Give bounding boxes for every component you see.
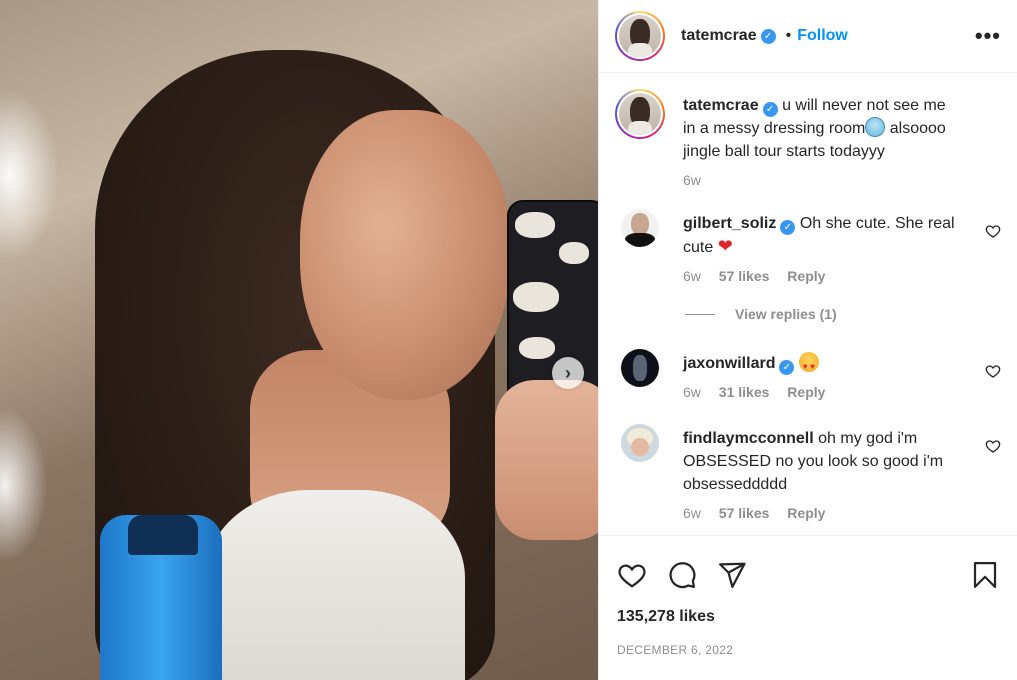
comment-time[interactable]: 6w (683, 268, 701, 284)
comment-row: jaxonwillard ✓ 6w 31 likes Reply (615, 349, 1001, 400)
verified-badge-icon: ✓ (762, 102, 778, 117)
caption-avatar[interactable] (619, 93, 661, 135)
author-story-ring[interactable] (615, 11, 665, 61)
commenter-username[interactable]: findlaymcconnell (683, 430, 814, 447)
comment-icon[interactable] (667, 560, 697, 590)
post-date[interactable]: DECEMBER 6, 2022 (617, 643, 1000, 657)
heart-icon[interactable] (617, 560, 647, 590)
reply-button[interactable]: Reply (787, 384, 825, 400)
caption-story-ring[interactable] (615, 89, 665, 139)
follow-button[interactable]: Follow (797, 27, 848, 45)
header-separator: • (785, 27, 792, 44)
view-replies-label: View replies (1) (735, 306, 837, 322)
bookmark-icon[interactable] (970, 560, 1000, 590)
comment-text-line2: OBSESSED no you look so good i'm (683, 453, 944, 470)
commenter-username[interactable]: jaxonwillard (683, 355, 775, 372)
verified-badge-icon: ✓ (779, 360, 795, 375)
caption-text-line1: u will never not see me (782, 97, 946, 114)
photo-shirt (205, 490, 465, 680)
comment-row: gilbert_soliz ✓ Oh she cute. She real cut… (615, 209, 1001, 284)
caption-time[interactable]: 6w (683, 172, 701, 188)
chevron-right-icon: › (565, 362, 571, 383)
comment-row: findlaymcconnell oh my god i'm OBSESSED … (615, 424, 1001, 521)
comment-time[interactable]: 6w (683, 505, 701, 521)
comment-likes[interactable]: 57 likes (719, 268, 770, 284)
comment-like-heart-icon[interactable] (985, 363, 1001, 379)
post-likes-count[interactable]: 135,278 likes (617, 608, 1000, 626)
caption-text-line2b: alsoooo (885, 120, 946, 137)
comment-text: Oh she cute. She real (799, 215, 955, 232)
caption-row: tatemcrae ✓ u will never not see me in a … (615, 89, 1001, 188)
caption-text-line2: in a messy dressing room (683, 120, 866, 137)
comment-text: oh my god i'm (818, 430, 918, 447)
caption-username[interactable]: tatemcrae (683, 97, 759, 114)
next-slide-button[interactable]: › (552, 357, 584, 389)
reply-button[interactable]: Reply (787, 268, 825, 284)
post-header: tatemcrae ✓ • Follow ••• (599, 0, 1017, 73)
comment-like-heart-icon[interactable] (985, 438, 1001, 454)
post-photo[interactable]: › (0, 0, 598, 680)
heart-eyes-emoji-icon (798, 352, 819, 378)
cold-face-emoji-icon (865, 117, 886, 137)
comment-text-line2: cute (683, 239, 714, 256)
photo-bottle-cap (128, 515, 198, 555)
verified-badge-icon: ✓ (780, 220, 796, 235)
post-actions: 135,278 likes DECEMBER 6, 2022 (599, 535, 1017, 657)
post-side-panel: tatemcrae ✓ • Follow ••• tatemcrae ✓ u wi… (598, 0, 1017, 680)
author-avatar[interactable] (619, 15, 661, 57)
photo-hand (495, 380, 598, 540)
comment-like-heart-icon[interactable] (985, 223, 1001, 239)
view-replies-button[interactable]: View replies (1) (685, 306, 1001, 322)
commenter-avatar[interactable] (621, 209, 659, 247)
comment-text-line3: obsesseddddd (683, 476, 788, 493)
more-options-icon[interactable]: ••• (975, 25, 1001, 47)
photo-face (300, 110, 510, 400)
caption-text-line3: jingle ball tour starts todayyy (683, 143, 885, 160)
verified-badge-icon: ✓ (760, 28, 776, 44)
author-username[interactable]: tatemcrae (681, 27, 757, 45)
share-icon[interactable] (717, 560, 747, 590)
comment-likes[interactable]: 57 likes (719, 505, 770, 521)
reply-button[interactable]: Reply (787, 505, 825, 521)
commenter-avatar[interactable] (621, 349, 659, 387)
comment-likes[interactable]: 31 likes (719, 384, 770, 400)
red-heart-emoji-icon: ❤ (717, 236, 733, 256)
comments-list[interactable]: tatemcrae ✓ u will never not see me in a … (599, 73, 1017, 535)
commenter-username[interactable]: gilbert_soliz (683, 215, 776, 232)
commenter-avatar[interactable] (621, 424, 659, 462)
comment-time[interactable]: 6w (683, 384, 701, 400)
